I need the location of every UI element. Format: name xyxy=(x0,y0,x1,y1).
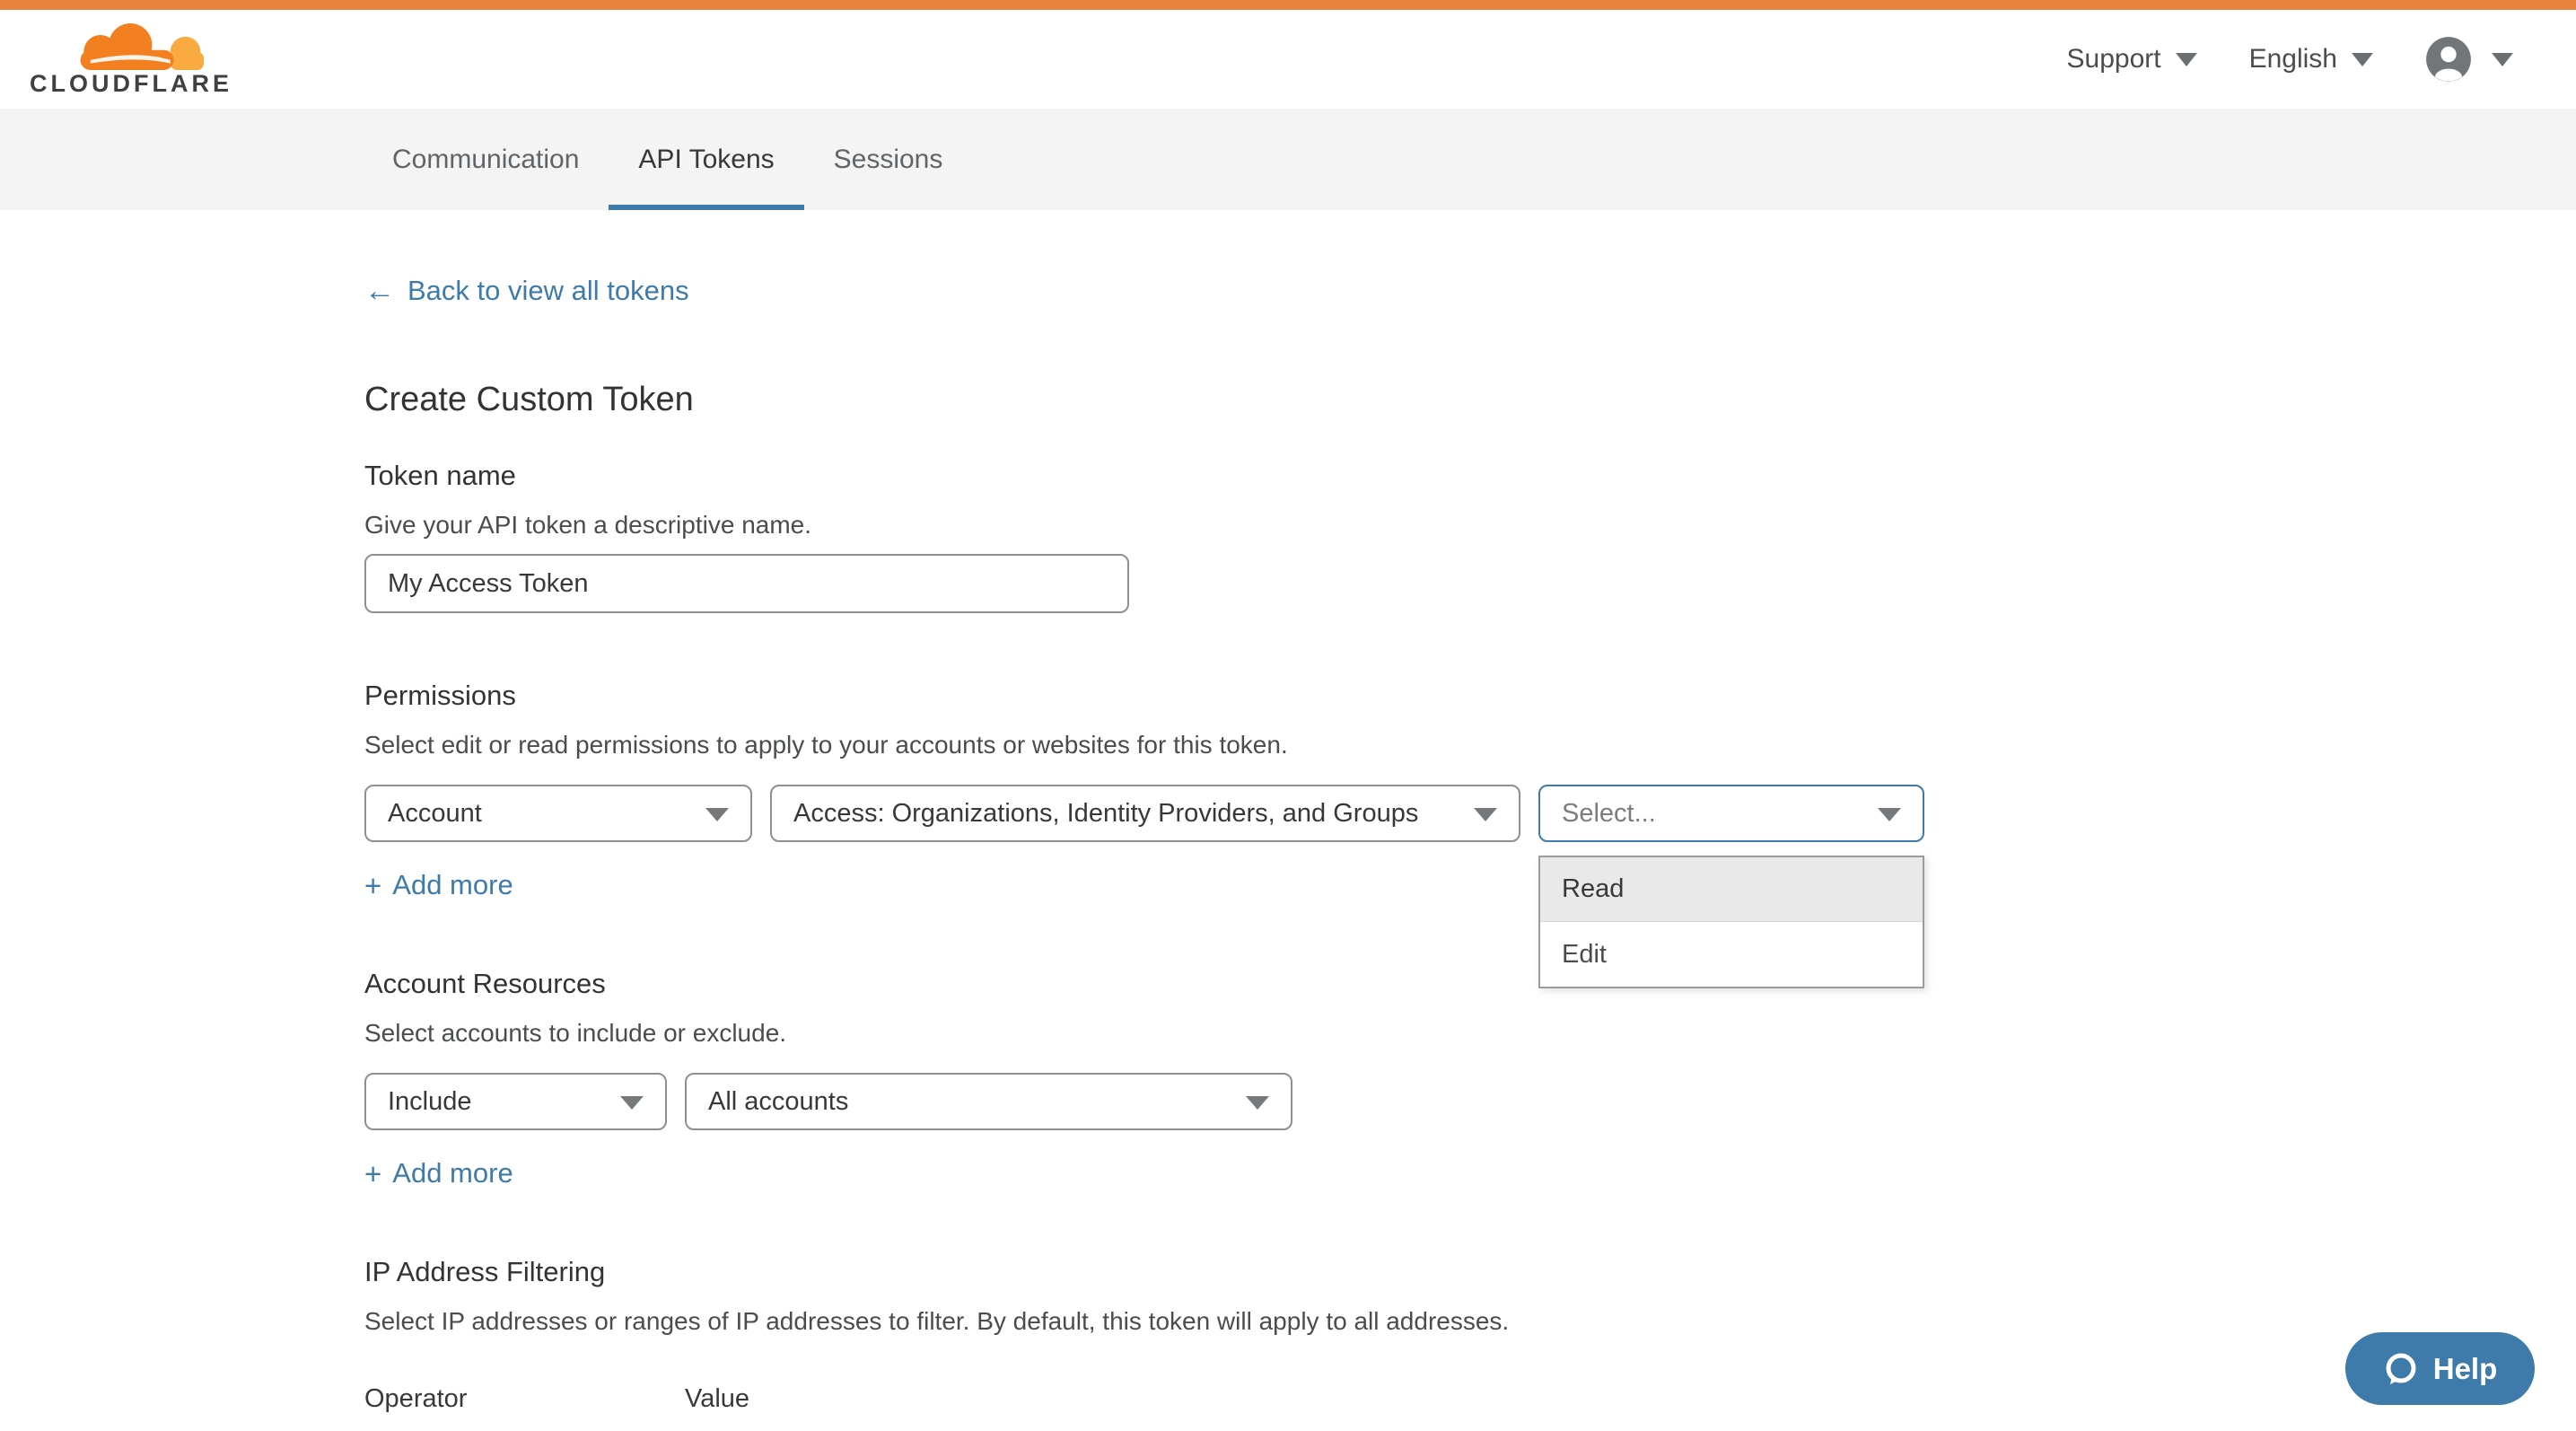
account-resources-section: Account Resources Select accounts to inc… xyxy=(364,968,2576,1190)
language-menu[interactable]: English xyxy=(2249,44,2373,75)
add-more-label: Add more xyxy=(392,869,513,901)
tab-communication[interactable]: Communication xyxy=(363,109,609,210)
permissions-heading: Permissions xyxy=(364,680,2576,712)
permissions-add-more-link[interactable]: + Add more xyxy=(364,869,513,901)
ip-field-labels: Operator Value xyxy=(364,1384,2576,1414)
account-resources-description: Select accounts to include or exclude. xyxy=(364,1019,2576,1048)
token-name-section: Token name Give your API token a descrip… xyxy=(364,460,2576,613)
cloudflare-logo[interactable]: CLOUDFLARE xyxy=(30,23,232,96)
support-menu-label: Support xyxy=(2067,44,2161,75)
chevron-down-icon xyxy=(2352,53,2373,66)
resource-target-value: All accounts xyxy=(708,1087,848,1117)
back-to-tokens-link[interactable]: ← Back to view all tokens xyxy=(364,275,689,307)
permission-level-wrap: Select... Read Edit xyxy=(1538,785,1924,842)
permission-level-placeholder: Select... xyxy=(1562,799,1656,829)
permission-scope-select[interactable]: Account xyxy=(364,785,752,842)
back-link-label: Back to view all tokens xyxy=(407,275,689,307)
permission-scope-value: Account xyxy=(388,799,482,829)
plus-icon: + xyxy=(364,1159,381,1189)
cloudflare-cloud-icon xyxy=(30,23,215,70)
permissions-description: Select edit or read permissions to apply… xyxy=(364,731,2576,759)
permission-resource-value: Access: Organizations, Identity Provider… xyxy=(793,799,1418,829)
resource-mode-select[interactable]: Include xyxy=(364,1073,667,1130)
account-resources-row: Include All accounts xyxy=(364,1073,2576,1130)
menu-item-edit[interactable]: Edit xyxy=(1540,922,1923,987)
header: CLOUDFLARE Support English xyxy=(0,10,2576,109)
profile-tab-bar: Communication API Tokens Sessions xyxy=(0,109,2576,210)
brand-accent-bar xyxy=(0,0,2576,10)
permissions-row: Account Access: Organizations, Identity … xyxy=(364,785,2576,842)
add-more-label: Add more xyxy=(392,1157,513,1190)
chevron-down-icon xyxy=(2492,53,2513,66)
chevron-down-icon xyxy=(1246,1096,1269,1110)
permission-level-select[interactable]: Select... xyxy=(1538,785,1924,842)
resource-target-select[interactable]: All accounts xyxy=(685,1073,1292,1130)
chevron-down-icon xyxy=(620,1096,644,1110)
help-button[interactable]: Help xyxy=(2345,1332,2535,1405)
plus-icon: + xyxy=(364,871,381,900)
chevron-down-icon xyxy=(705,808,729,821)
language-menu-label: English xyxy=(2249,44,2337,75)
menu-item-read[interactable]: Read xyxy=(1540,857,1923,922)
ip-filtering-description: Select IP addresses or ranges of IP addr… xyxy=(364,1307,2576,1336)
token-name-input[interactable] xyxy=(364,554,1129,613)
chevron-down-icon xyxy=(2176,53,2197,66)
account-resources-heading: Account Resources xyxy=(364,968,2576,1000)
tab-sessions[interactable]: Sessions xyxy=(804,109,973,210)
permission-resource-select[interactable]: Access: Organizations, Identity Provider… xyxy=(770,785,1520,842)
page-title: Create Custom Token xyxy=(364,381,2576,419)
value-label: Value xyxy=(685,1384,749,1414)
back-arrow-icon: ← xyxy=(364,276,395,306)
account-menu[interactable] xyxy=(2425,36,2513,83)
header-nav: Support English xyxy=(2067,36,2513,83)
operator-label: Operator xyxy=(364,1384,685,1414)
help-button-label: Help xyxy=(2433,1352,2498,1386)
permissions-section: Permissions Select edit or read permissi… xyxy=(364,680,2576,901)
main-content: ← Back to view all tokens Create Custom … xyxy=(0,210,2576,1431)
support-menu[interactable]: Support xyxy=(2067,44,2197,75)
chevron-down-icon xyxy=(1474,808,1497,821)
token-name-heading: Token name xyxy=(364,460,2576,492)
resource-mode-value: Include xyxy=(388,1087,472,1117)
account-resources-add-more-link[interactable]: + Add more xyxy=(364,1157,513,1190)
cloudflare-logo-text: CLOUDFLARE xyxy=(30,72,232,96)
token-name-description: Give your API token a descriptive name. xyxy=(364,511,2576,540)
user-avatar-icon xyxy=(2425,36,2472,83)
permission-level-menu: Read Edit xyxy=(1538,856,1924,988)
tab-api-tokens[interactable]: API Tokens xyxy=(609,109,803,210)
ip-filtering-heading: IP Address Filtering xyxy=(364,1256,2576,1288)
chevron-down-icon xyxy=(1878,808,1901,821)
chat-bubble-icon xyxy=(2383,1351,2419,1387)
ip-filtering-section: IP Address Filtering Select IP addresses… xyxy=(364,1256,2576,1431)
